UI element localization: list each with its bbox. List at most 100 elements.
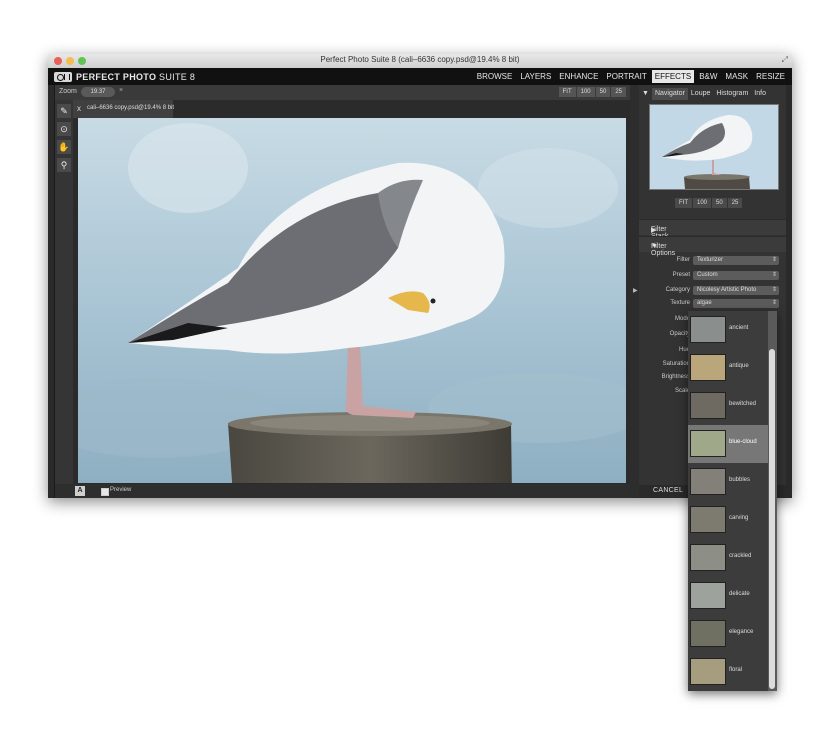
texture-thumbnail — [690, 544, 726, 571]
masking-tool-icon[interactable]: ⊙ — [57, 122, 71, 136]
gull-photo — [78, 118, 626, 483]
texture-item-delicate[interactable]: delicate — [688, 577, 768, 615]
tab-navigator[interactable]: Navigator — [651, 87, 688, 100]
status-bar: A Preview — [55, 484, 630, 498]
compare-a-button[interactable]: A — [75, 486, 85, 496]
nav-mask[interactable]: MASK — [722, 70, 751, 83]
navigator-zoom-presets: FIT 100 50 25 — [675, 198, 743, 208]
on1-logo-icon — [54, 71, 72, 82]
filter-stack-header[interactable]: ▶ Filter Stack — [639, 219, 786, 240]
brightness-label: Brightness — [661, 374, 690, 380]
texture-dropdown: ancient antique bewitched blue-cloud bub… — [688, 311, 777, 691]
texture-item-label: bewitched — [729, 401, 757, 407]
nav-50-button[interactable]: 50 — [712, 198, 727, 208]
zoom-50-button[interactable]: 50 — [595, 87, 611, 97]
collapse-panel-icon[interactable]: ▶ — [633, 287, 638, 294]
nav-portrait[interactable]: PORTRAIT — [603, 70, 649, 83]
texture-item-antique[interactable]: antique — [688, 349, 768, 387]
texture-item-label: carving — [729, 515, 749, 521]
document-tab[interactable]: x cali–6636 copy.psd@19.4% 8 bit — [73, 100, 174, 118]
fullscreen-icon[interactable]: ⤢ — [782, 55, 788, 65]
filter-label: Filter — [676, 257, 690, 263]
texture-item-label: crackled — [729, 553, 752, 559]
zoom-fit-button[interactable]: FIT — [558, 87, 576, 97]
texture-thumbnail — [690, 392, 726, 419]
texture-thumbnail — [690, 430, 726, 457]
nav-resize[interactable]: RESIZE — [753, 70, 788, 83]
texture-thumbnail — [690, 506, 726, 533]
texture-thumbnail — [690, 582, 726, 609]
logo-suffix: SUITE 8 — [156, 71, 196, 82]
texture-item-ancient[interactable]: ancient — [688, 311, 768, 349]
texture-label: Texture — [670, 300, 690, 306]
cancel-button[interactable]: CANCEL — [653, 487, 683, 494]
photo-canvas[interactable] — [78, 118, 626, 483]
texture-thumbnail — [690, 620, 726, 647]
tab-histogram[interactable]: Histogram — [713, 88, 751, 100]
texture-item-label: delicate — [729, 591, 750, 597]
texture-item-carving[interactable]: carving — [688, 501, 768, 539]
texture-thumbnail — [690, 354, 726, 381]
texture-item-floral[interactable]: floral — [688, 653, 768, 691]
tool-strip: ✎ ⊙ ✋ ⚲ — [55, 100, 73, 484]
zoom-value-field[interactable]: 19.37 — [81, 87, 115, 97]
tab-info[interactable]: Info — [751, 88, 769, 100]
left-panel-collapsed[interactable] — [48, 85, 55, 498]
filter-options-header[interactable]: ▼ Filter Options — [639, 236, 786, 257]
zoom-tool-icon[interactable]: ⚲ — [57, 158, 71, 172]
texture-item-label: antique — [729, 363, 749, 369]
preset-select[interactable]: Custom — [693, 271, 779, 280]
texture-item-crackled[interactable]: crackled — [688, 539, 768, 577]
texture-thumbnail — [690, 468, 726, 495]
panel-tabs: ▼ Navigator Loupe Histogram Info — [639, 87, 786, 100]
texture-thumbnail — [690, 658, 726, 685]
dropdown-scroll-thumb[interactable] — [769, 349, 775, 689]
module-nav: BROWSE LAYERS ENHANCE PORTRAIT EFFECTS B… — [472, 70, 788, 83]
nav-25-button[interactable]: 25 — [727, 198, 743, 208]
hand-tool-icon[interactable]: ✋ — [57, 140, 71, 154]
preview-label: Preview — [110, 487, 132, 493]
zoom-clear-icon[interactable]: × — [119, 87, 123, 94]
nav-100-button[interactable]: 100 — [693, 198, 712, 208]
zoom-presets: FIT 100 50 25 — [558, 87, 626, 97]
nav-enhance[interactable]: ENHANCE — [556, 70, 601, 83]
tab-loupe[interactable]: Loupe — [688, 88, 713, 100]
texture-item-blue-cloud[interactable]: blue-cloud — [688, 425, 768, 463]
texture-item-bewitched[interactable]: bewitched — [688, 387, 768, 425]
opacity-label: Opacity — [669, 331, 690, 337]
nav-layers[interactable]: LAYERS — [517, 70, 554, 83]
nav-browse[interactable]: BROWSE — [474, 70, 516, 83]
texture-item-label: bubbles — [729, 477, 751, 483]
saturation-label: Saturation — [662, 361, 690, 367]
texture-item-label: floral — [729, 667, 743, 673]
brush-tool-icon[interactable]: ✎ — [57, 104, 71, 118]
right-panel-scrollbar[interactable] — [786, 85, 792, 498]
texture-item-elegance[interactable]: elegance — [688, 615, 768, 653]
texture-item-bubbles[interactable]: bubbles — [688, 463, 768, 501]
preset-label: Preset — [672, 272, 690, 278]
texture-item-label: elegance — [729, 629, 754, 635]
close-document-icon[interactable]: x — [77, 104, 81, 113]
nav-fit-button[interactable]: FIT — [675, 198, 692, 208]
texture-item-label: blue-cloud — [729, 439, 757, 445]
navigator-thumbnail[interactable] — [649, 104, 779, 190]
nav-effects[interactable]: EFFECTS — [651, 70, 695, 83]
category-select[interactable]: Nicolesy Artistic Photo — [693, 286, 779, 295]
window-title: Perfect Photo Suite 8 (cali–6636 copy.ps… — [320, 55, 520, 64]
app-window: Perfect Photo Suite 8 (cali–6636 copy.ps… — [48, 54, 792, 498]
filter-options-label: Filter Options — [651, 243, 676, 257]
navigator-preview-image — [650, 105, 778, 189]
filter-select[interactable]: Texturizer — [693, 256, 779, 265]
zoom-bar: Zoom 19.37 × FIT 100 50 25 — [55, 85, 630, 100]
category-label: Category — [665, 287, 690, 293]
zoom-25-button[interactable]: 25 — [611, 87, 626, 97]
dropdown-scrollbar[interactable] — [768, 311, 777, 691]
preview-checkbox[interactable] — [101, 488, 109, 496]
panel-collapse-icon[interactable]: ▼ — [639, 88, 652, 100]
texture-select[interactable]: algae — [693, 299, 779, 308]
zoom-100-button[interactable]: 100 — [576, 87, 595, 97]
nav-bw[interactable]: B&W — [696, 70, 720, 83]
logo-brand: PERFECT PHOTO — [76, 71, 157, 82]
texture-item-label: ancient — [729, 325, 749, 331]
module-bar: PERFECT PHOTO SUITE 8 BROWSE LAYERS ENHA… — [48, 68, 792, 85]
